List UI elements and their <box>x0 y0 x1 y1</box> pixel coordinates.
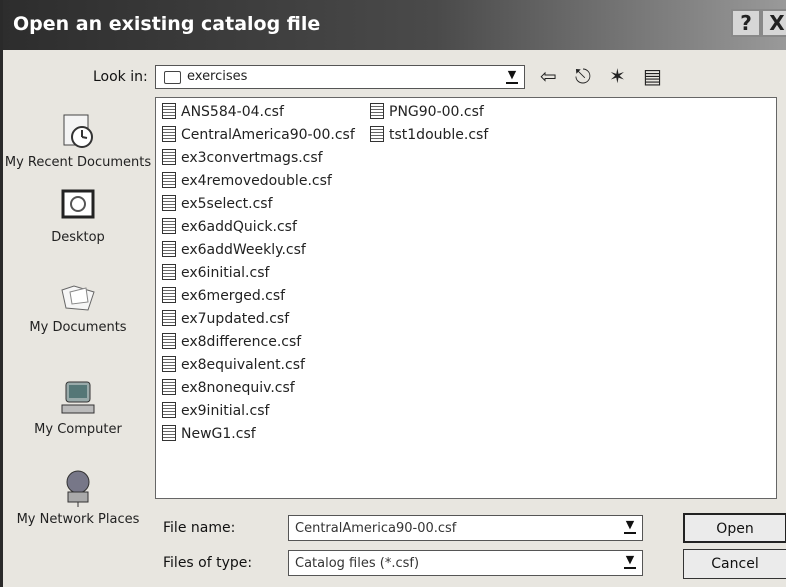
back-icon[interactable]: ⇦ <box>540 64 557 88</box>
place-my-documents[interactable]: My Documents <box>3 276 153 335</box>
file-item[interactable]: tst1double.csf <box>370 126 488 148</box>
file-item[interactable]: ex8nonequiv.csf <box>162 379 295 401</box>
file-item[interactable]: ex6addQuick.csf <box>162 218 297 240</box>
file-name: tst1double.csf <box>389 127 489 143</box>
file-icon <box>162 333 176 349</box>
file-name: PNG90-00.csf <box>389 104 484 120</box>
file-icon <box>162 425 176 441</box>
place-label: My Computer <box>34 422 122 437</box>
file-icon <box>162 402 176 418</box>
file-item[interactable]: NewG1.csf <box>162 425 256 447</box>
file-name: ex6addQuick.csf <box>181 219 297 235</box>
desktop-icon <box>61 189 95 219</box>
close-button[interactable]: X <box>761 9 786 37</box>
place-label: Desktop <box>51 230 105 245</box>
up-folder-icon[interactable]: ⎋ <box>575 64 591 88</box>
chevron-down-icon[interactable]: ▼ <box>621 553 639 571</box>
file-icon <box>162 264 176 280</box>
place-my-computer[interactable]: My Computer <box>3 378 153 437</box>
cancel-button[interactable]: Cancel <box>683 549 786 579</box>
file-icon <box>162 103 176 119</box>
file-item[interactable]: ex6addWeekly.csf <box>162 241 306 263</box>
file-item[interactable]: CentralAmerica90-00.csf <box>162 126 355 148</box>
look-in-dropdown[interactable]: exercises ▼ <box>155 65 525 89</box>
folder-icon <box>164 71 181 84</box>
dialog-title: Open an existing catalog file <box>13 13 321 35</box>
file-icon <box>162 310 176 326</box>
file-name: NewG1.csf <box>181 426 256 442</box>
file-icon <box>162 379 176 395</box>
title-bar: Open an existing catalog file ? X <box>3 0 786 50</box>
file-name: ex8equivalent.csf <box>181 357 305 373</box>
file-icon <box>162 172 176 188</box>
file-item[interactable]: ex9initial.csf <box>162 402 269 424</box>
file-name-label: File name: <box>163 520 236 536</box>
my-documents-icon <box>61 285 95 311</box>
file-name: ex5select.csf <box>181 196 273 212</box>
views-menu-icon[interactable]: ▤ <box>643 64 662 88</box>
file-item[interactable]: ex6initial.csf <box>162 264 269 286</box>
look-in-label: Look in: <box>93 69 148 85</box>
file-name-field[interactable]: CentralAmerica90-00.csf ▼ <box>288 515 643 541</box>
help-button[interactable]: ? <box>731 9 761 37</box>
file-icon <box>370 126 384 142</box>
file-list[interactable]: ANS584-04.csf CentralAmerica90-00.csf ex… <box>155 97 777 499</box>
place-label: My Network Places <box>16 512 140 527</box>
place-recent-documents[interactable]: My Recent Documents <box>3 111 153 170</box>
file-icon <box>162 287 176 303</box>
file-name: ex4removedouble.csf <box>181 173 332 189</box>
file-name: ex6merged.csf <box>181 288 286 304</box>
file-icon <box>162 195 176 211</box>
file-item[interactable]: ex8difference.csf <box>162 333 301 355</box>
file-icon <box>162 218 176 234</box>
file-name: ex9initial.csf <box>181 403 270 419</box>
chevron-down-icon[interactable]: ▼ <box>621 518 639 536</box>
network-places-icon <box>66 470 90 507</box>
file-item[interactable]: PNG90-00.csf <box>370 103 484 125</box>
new-folder-icon[interactable]: ✶ <box>609 64 626 88</box>
place-network-places[interactable]: My Network Places <box>3 468 153 527</box>
file-item[interactable]: ex8equivalent.csf <box>162 356 305 378</box>
my-computer-icon <box>61 381 95 414</box>
file-icon <box>162 241 176 257</box>
file-type-dropdown[interactable]: Catalog files (*.csf) ▼ <box>288 550 643 576</box>
file-name: ex8difference.csf <box>181 334 302 350</box>
file-item[interactable]: ex5select.csf <box>162 195 273 217</box>
look-in-value: exercises <box>187 69 248 84</box>
file-item[interactable]: ex7updated.csf <box>162 310 289 332</box>
place-desktop[interactable]: Desktop <box>3 186 153 245</box>
file-name: ex8nonequiv.csf <box>181 380 295 396</box>
file-name: ANS584-04.csf <box>181 104 284 120</box>
file-item[interactable]: ex3convertmags.csf <box>162 149 323 171</box>
place-label: My Recent Documents <box>4 155 152 170</box>
place-label: My Documents <box>29 320 127 335</box>
file-name: ex6initial.csf <box>181 265 270 281</box>
chevron-down-icon[interactable]: ▼ <box>503 68 521 86</box>
file-name: CentralAmerica90-00.csf <box>181 127 355 143</box>
open-button[interactable]: Open <box>683 513 786 543</box>
file-item[interactable]: ANS584-04.csf <box>162 103 284 125</box>
file-name: ex7updated.csf <box>181 311 290 327</box>
file-item[interactable]: ex6merged.csf <box>162 287 285 309</box>
file-type-value: Catalog files (*.csf) <box>295 556 420 571</box>
file-name: ex3convertmags.csf <box>181 150 323 166</box>
open-catalog-dialog: Open an existing catalog file ? X Look i… <box>0 0 786 587</box>
file-icon <box>162 126 176 142</box>
file-name-value: CentralAmerica90-00.csf <box>295 521 457 536</box>
file-icon <box>370 103 384 119</box>
recent-documents-icon <box>63 114 93 148</box>
file-item[interactable]: ex4removedouble.csf <box>162 172 332 194</box>
file-icon <box>162 356 176 372</box>
file-type-label: Files of type: <box>163 555 253 571</box>
file-icon <box>162 149 176 165</box>
file-name: ex6addWeekly.csf <box>181 242 306 258</box>
